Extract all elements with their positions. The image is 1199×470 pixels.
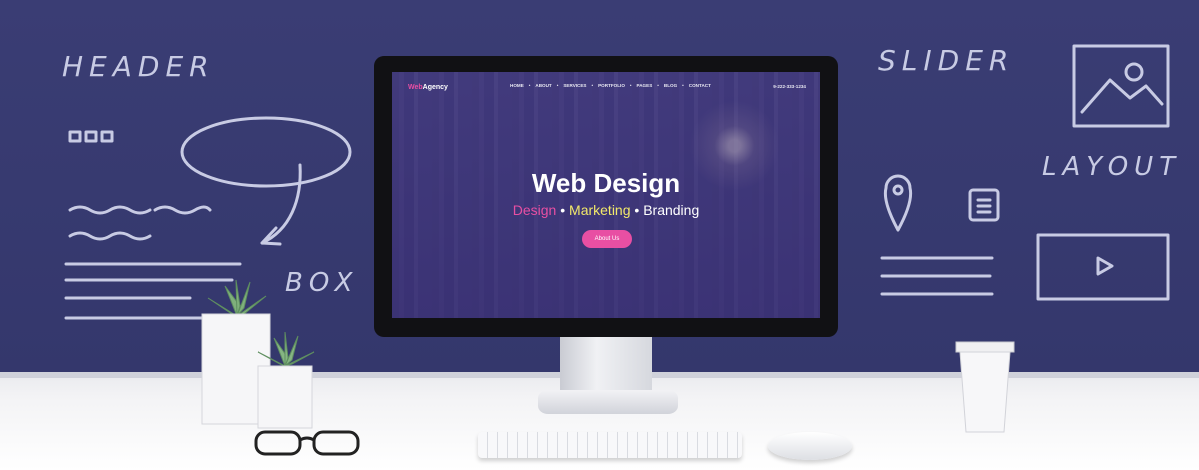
hero-sep: •: [556, 202, 570, 218]
monitor-base: [538, 390, 678, 414]
scene: HEADER BOX SLIDER LAYOUT WebAgency HOME …: [0, 0, 1199, 470]
nav-dot: •: [556, 83, 559, 88]
nav-portfolio[interactable]: PORTFOLIO: [598, 83, 625, 88]
site-header: WebAgency HOME • ABOUT • SERVICES • PORT…: [392, 72, 820, 102]
nav-contact[interactable]: CONTACT: [689, 83, 711, 88]
nav-home[interactable]: HOME: [510, 83, 524, 88]
nav-dot: •: [657, 83, 659, 88]
site-nav: HOME • ABOUT • SERVICES • PORTFOLIO • PA…: [510, 83, 711, 88]
hero-title: Web Design: [531, 168, 681, 198]
monitor-screen: WebAgency HOME • ABOUT • SERVICES • PORT…: [392, 72, 820, 318]
logo-web: Web: [408, 84, 423, 91]
nav-dot: •: [591, 83, 594, 88]
nav-dot: •: [629, 83, 632, 88]
site-logo[interactable]: WebAgency: [408, 84, 448, 91]
chalk-scribble: [68, 205, 212, 241]
monitor-stand: [560, 337, 652, 392]
nav-pages[interactable]: PAGES: [637, 83, 653, 88]
chalk-lines-right: [880, 256, 994, 296]
play-icon: [1096, 256, 1114, 276]
chalk-arrow: [260, 163, 302, 246]
hero-sub-marketing: Marketing: [569, 202, 631, 218]
nav-services[interactable]: SERVICES: [563, 83, 586, 88]
eyeglasses: [254, 430, 360, 456]
about-us-button[interactable]: About Us: [582, 230, 632, 248]
hero-sub-design: Design: [512, 202, 557, 218]
nav-dot: •: [528, 83, 531, 88]
nav-about[interactable]: ABOUT: [535, 83, 551, 88]
computer-mouse: [768, 432, 852, 460]
chalk-ellipse: [180, 116, 352, 188]
hero-sub-branding: Branding: [643, 202, 700, 218]
chalk-square-icon: [68, 130, 82, 143]
chalk-square-icon: [84, 130, 98, 143]
chalk-square-icon: [100, 130, 114, 143]
keyboard: [478, 432, 742, 458]
hero-sep: •: [630, 202, 644, 218]
coffee-cup: [955, 341, 1015, 433]
location-pin-icon: [883, 174, 913, 232]
short-plant-pot: [257, 331, 315, 429]
nav-blog[interactable]: BLOG: [664, 83, 677, 88]
nav-dot: •: [682, 83, 684, 88]
video-box: [1036, 233, 1170, 301]
site-phone: 9-222-333-1234: [773, 84, 806, 89]
hero-subtitle: Design • Marketing • Branding: [392, 202, 820, 218]
logo-agency: Agency: [422, 84, 448, 91]
image-icon: [1072, 44, 1170, 128]
